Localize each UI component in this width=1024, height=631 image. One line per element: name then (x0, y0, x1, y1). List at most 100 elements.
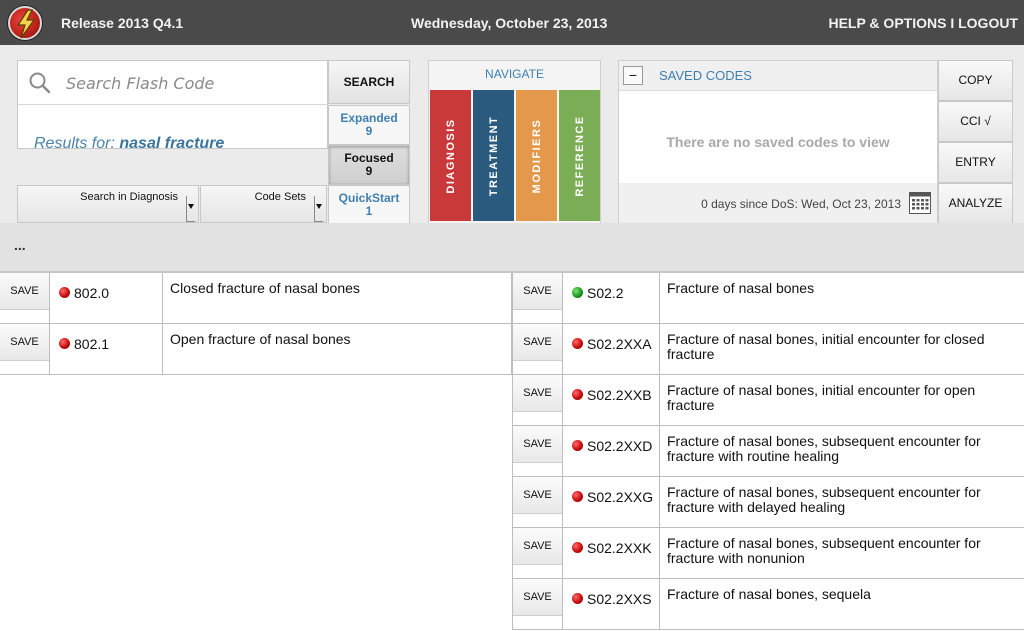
scope-quickstart[interactable]: QuickStart 1 (328, 185, 410, 225)
code-value: S02.2XXG (587, 489, 654, 505)
results-summary: Results for: nasal fracture (34, 135, 224, 153)
nav-tab-treatment[interactable]: TREATMENT (473, 90, 514, 221)
results-prefix: Results for: (34, 135, 115, 152)
results-term: nasal fracture (119, 135, 225, 152)
code-value: S02.2 (587, 285, 624, 301)
chevron-down-icon (186, 196, 195, 222)
save-button[interactable]: SAVE (513, 477, 562, 514)
code-cell[interactable]: S02.2XXB (563, 375, 660, 425)
scope-quickstart-count: 1 (365, 204, 373, 218)
table-row: SAVE S02.2XXB Fracture of nasal bones, i… (513, 375, 1024, 426)
analyze-button[interactable]: ANALYZE (938, 183, 1013, 224)
save-button[interactable]: SAVE (513, 375, 562, 412)
code-cell[interactable]: S02.2XXA (563, 324, 660, 374)
results-toolbar: ... (0, 223, 1024, 273)
code-cell[interactable]: S02.2XXG (563, 477, 660, 527)
collapse-button[interactable]: − (623, 66, 643, 85)
code-description: Fracture of nasal bones (667, 280, 815, 296)
days-since-dos: 0 days since DoS: Wed, Oct 23, 2013 (701, 197, 901, 211)
status-red-icon (572, 491, 583, 502)
link-separator: I (950, 15, 955, 31)
save-button[interactable]: SAVE (513, 528, 562, 565)
status-red-icon (572, 542, 583, 553)
save-cell: SAVE (513, 324, 563, 374)
table-row: SAVE 802.0 Closed fracture of nasal bone… (0, 273, 511, 324)
table-row: SAVE S02.2 Fracture of nasal bones (513, 273, 1024, 324)
release-label: Release 2013 Q4.1 (61, 15, 184, 31)
nav-tab-reference[interactable]: REFERENCE (559, 90, 600, 221)
save-cell: SAVE (513, 375, 563, 425)
header-panel: Results for: nasal fracture SEARCH Expan… (0, 45, 1024, 225)
copy-button[interactable]: COPY (938, 60, 1013, 101)
search-button[interactable]: SEARCH (328, 60, 410, 104)
icd10-results: SAVE S02.2 Fracture of nasal bones SAVE … (512, 273, 1024, 630)
search-box: Results for: nasal fracture (17, 60, 328, 152)
status-red-icon (572, 593, 583, 604)
code-cell[interactable]: S02.2XXD (563, 426, 660, 476)
code-description: Fracture of nasal bones, subsequent enco… (667, 484, 981, 515)
code-cell[interactable]: S02.2XXK (563, 528, 660, 578)
status-red-icon (59, 287, 70, 298)
table-row: SAVE S02.2XXS Fracture of nasal bones, s… (513, 579, 1024, 630)
saved-codes-footer: 0 days since DoS: Wed, Oct 23, 2013 (619, 183, 937, 223)
code-description: Fracture of nasal bones, subsequent enco… (667, 535, 981, 566)
save-button[interactable]: SAVE (513, 324, 562, 361)
cci-button[interactable]: CCI √ (938, 101, 1013, 142)
help-options-link[interactable]: HELP & OPTIONS (828, 15, 946, 31)
more-options[interactable]: ... (14, 237, 26, 253)
nav-tab-diagnosis-label: DIAGNOSIS (444, 117, 457, 194)
save-button[interactable]: SAVE (0, 273, 49, 310)
code-value: S02.2XXA (587, 336, 652, 352)
search-row (18, 61, 328, 105)
app-logo-icon[interactable] (8, 6, 42, 40)
status-red-icon (572, 440, 583, 451)
code-description: Fracture of nasal bones, initial encount… (667, 331, 985, 362)
code-description: Fracture of nasal bones, sequela (667, 586, 871, 602)
save-cell: SAVE (513, 477, 563, 527)
status-green-icon (572, 287, 583, 298)
nav-tab-treatment-label: TREATMENT (487, 115, 500, 196)
calendar-icon[interactable] (909, 192, 931, 214)
status-red-icon (572, 338, 583, 349)
code-description: Fracture of nasal bones, subsequent enco… (667, 433, 981, 464)
save-button[interactable]: SAVE (513, 273, 562, 310)
status-red-icon (572, 389, 583, 400)
save-button[interactable]: SAVE (0, 324, 49, 361)
nav-tab-diagnosis[interactable]: DIAGNOSIS (430, 90, 471, 221)
save-cell: SAVE (513, 579, 563, 629)
code-cell[interactable]: 802.0 (50, 273, 163, 323)
code-sets-dropdown-label: Code Sets (254, 191, 306, 203)
top-links: HELP & OPTIONS I LOGOUT (828, 15, 1018, 31)
search-input[interactable] (66, 71, 316, 95)
save-button[interactable]: SAVE (513, 579, 562, 616)
save-cell: SAVE (0, 324, 50, 374)
save-button[interactable]: SAVE (513, 426, 562, 463)
saved-codes-panel: − SAVED CODES There are no saved codes t… (618, 60, 938, 224)
current-date: Wednesday, October 23, 2013 (411, 15, 608, 31)
code-cell[interactable]: S02.2 (563, 273, 660, 323)
code-value: 802.0 (74, 285, 110, 301)
code-sets-dropdown[interactable]: Code Sets (200, 185, 327, 223)
saved-codes-header: − SAVED CODES (619, 61, 937, 91)
code-value: S02.2XXS (587, 591, 652, 607)
table-row: SAVE S02.2XXK Fracture of nasal bones, s… (513, 528, 1024, 579)
code-value: 802.1 (74, 336, 110, 352)
code-value: S02.2XXB (587, 387, 652, 403)
save-cell: SAVE (513, 528, 563, 578)
scope-focused[interactable]: Focused 9 (328, 145, 410, 185)
entry-button[interactable]: ENTRY (938, 142, 1013, 183)
code-value: S02.2XXK (587, 540, 652, 556)
navigate-title: NAVIGATE (485, 67, 544, 81)
empty-state-text: There are no saved codes to view (666, 134, 890, 150)
table-row: SAVE S02.2XXD Fracture of nasal bones, s… (513, 426, 1024, 477)
code-description: Closed fracture of nasal bones (170, 280, 360, 296)
saved-codes-title: SAVED CODES (659, 68, 752, 83)
code-cell[interactable]: S02.2XXS (563, 579, 660, 629)
nav-tab-modifiers[interactable]: MODIFIERS (516, 90, 557, 221)
code-cell[interactable]: 802.1 (50, 324, 163, 374)
save-cell: SAVE (513, 426, 563, 476)
code-description: Open fracture of nasal bones (170, 331, 351, 347)
scope-expanded[interactable]: Expanded 9 (328, 105, 410, 145)
search-in-dropdown[interactable]: Search in Diagnosis (17, 185, 199, 223)
logout-link[interactable]: LOGOUT (958, 15, 1018, 31)
